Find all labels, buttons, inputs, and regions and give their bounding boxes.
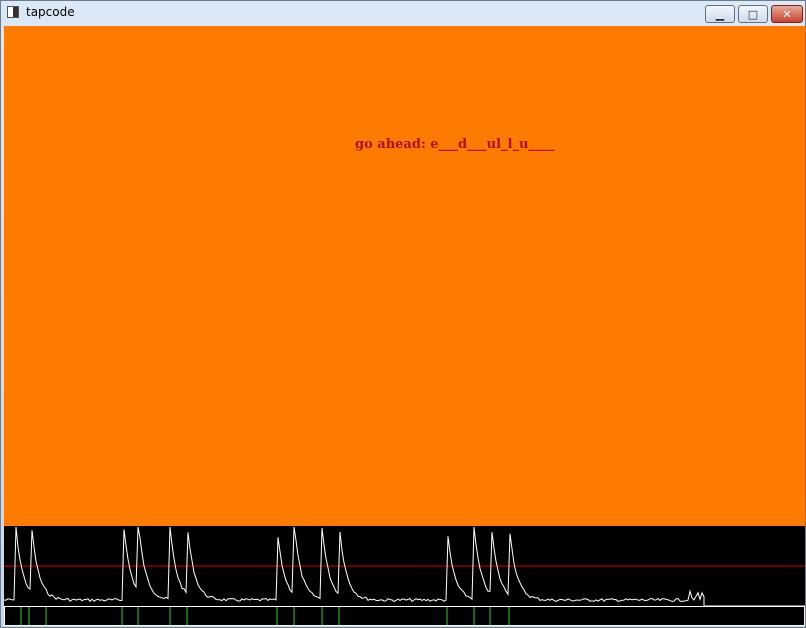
close-icon: ✕	[782, 7, 792, 21]
tap-markers	[20, 607, 510, 625]
prompt-text: go ahead: e___d___ul_l_u____	[355, 137, 555, 152]
scope-svg	[4, 526, 805, 626]
signal-scope	[4, 526, 805, 626]
maximize-icon: □	[747, 7, 759, 21]
app-window: tapcode ▁ □ ✕ go ahead: e___d___ul_l_u__…	[0, 0, 806, 628]
maximize-button[interactable]: □	[738, 5, 768, 23]
tap-strip-border	[4, 606, 805, 626]
window-title: tapcode	[26, 5, 75, 19]
minimize-icon: ▁	[715, 7, 725, 21]
close-button[interactable]: ✕	[771, 5, 803, 23]
tap-canvas[interactable]: go ahead: e___d___ul_l_u____	[4, 26, 805, 526]
client-area: go ahead: e___d___ul_l_u____	[4, 26, 805, 626]
app-icon	[7, 6, 19, 18]
title-bar[interactable]: tapcode ▁ □ ✕	[1, 1, 805, 25]
minimize-button[interactable]: ▁	[705, 5, 735, 23]
